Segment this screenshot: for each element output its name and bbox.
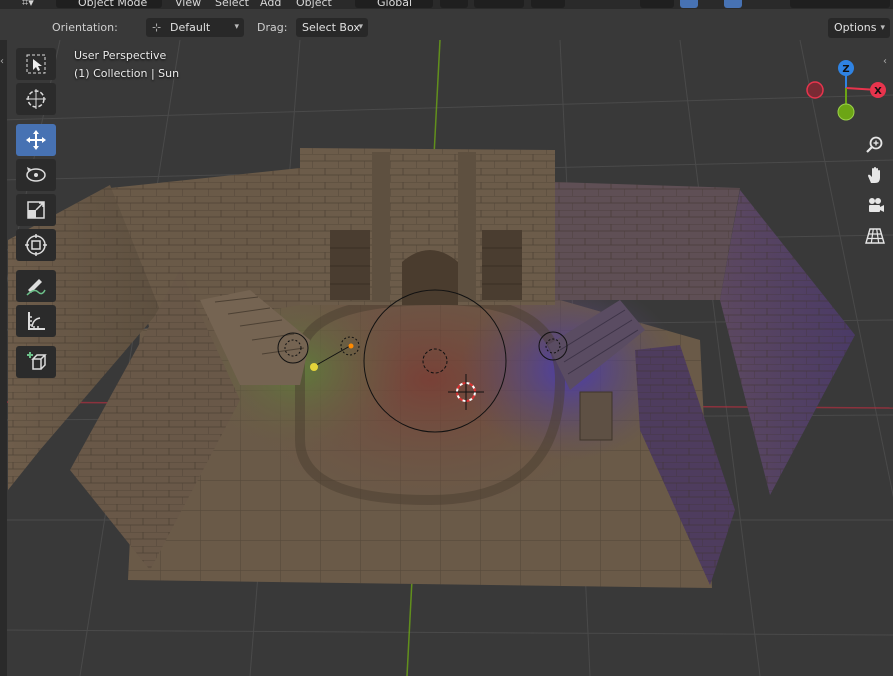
zoom-magnifier-icon bbox=[866, 136, 883, 153]
perspective-toggle-button[interactable] bbox=[861, 222, 889, 250]
pivot-point-button[interactable] bbox=[440, 0, 468, 8]
viewport-header: ⌗▾ Object Mode View Select Add Object Gl… bbox=[0, 0, 893, 9]
measure-ruler-icon bbox=[28, 312, 45, 330]
mode-selector[interactable]: Object Mode bbox=[56, 0, 162, 9]
menu-select[interactable]: Select bbox=[215, 0, 249, 9]
perspective-grid-icon bbox=[865, 228, 885, 244]
gizmo-y-axis bbox=[837, 103, 855, 121]
gizmo-toggle[interactable] bbox=[680, 0, 698, 8]
annotate-pencil-icon bbox=[26, 279, 46, 296]
tool-select-box[interactable] bbox=[16, 48, 56, 80]
select-box-icon bbox=[26, 54, 46, 74]
tool-cursor[interactable] bbox=[16, 83, 56, 115]
options-button[interactable]: Options ▾ bbox=[828, 18, 890, 38]
viewport-scene[interactable] bbox=[0, 0, 893, 676]
tool-scale[interactable] bbox=[16, 194, 56, 226]
collection-info: (1) Collection | Sun bbox=[74, 67, 180, 80]
orientation-label: Orientation: bbox=[52, 21, 118, 34]
chevron-down-icon: ▾ bbox=[358, 22, 363, 32]
overlay-toggle[interactable] bbox=[724, 0, 742, 8]
tool-settings-bar: Orientation: ⊹ Default ▾ Drag: Select Bo… bbox=[0, 16, 893, 40]
pan-button[interactable] bbox=[861, 161, 889, 189]
tool-annotate[interactable] bbox=[16, 270, 56, 302]
gizmo-x-label: X bbox=[874, 86, 882, 97]
left-panel-edge bbox=[0, 40, 7, 676]
light-point-orange bbox=[348, 343, 354, 349]
add-cube-icon bbox=[27, 352, 47, 370]
snap-button[interactable] bbox=[474, 0, 524, 8]
tool-move[interactable] bbox=[16, 124, 56, 156]
drag-dropdown[interactable]: Select Box ▾ bbox=[296, 18, 368, 37]
orientation-dropdown[interactable]: ⊹ Default ▾ bbox=[146, 18, 244, 37]
proportional-edit-button[interactable] bbox=[531, 0, 565, 8]
menu-view[interactable]: View bbox=[175, 0, 201, 9]
navigation-gizmo[interactable]: Z X bbox=[800, 52, 893, 128]
gizmo-z-label: Z bbox=[842, 64, 849, 75]
pan-hand-icon bbox=[868, 167, 880, 183]
menu-add[interactable]: Add bbox=[260, 0, 281, 9]
tool-add-cube[interactable] bbox=[16, 346, 56, 378]
object-visibility-button[interactable] bbox=[640, 0, 674, 8]
menu-object[interactable]: Object bbox=[296, 0, 332, 9]
zoom-button[interactable] bbox=[861, 131, 889, 159]
transform-orientation-dropdown[interactable]: Global bbox=[355, 0, 433, 9]
light-point-yellow bbox=[310, 363, 318, 371]
tool-transform[interactable] bbox=[16, 229, 56, 261]
camera-view-button[interactable] bbox=[861, 192, 889, 220]
gizmo-neg-x-axis bbox=[806, 81, 824, 99]
tool-measure[interactable] bbox=[16, 305, 56, 337]
drag-label: Drag: bbox=[257, 21, 288, 34]
cursor-icon bbox=[26, 89, 46, 109]
scale-icon bbox=[27, 201, 45, 219]
camera-icon bbox=[869, 198, 884, 212]
orientation-icon: ⊹ bbox=[152, 21, 162, 34]
transform-icon bbox=[25, 234, 47, 256]
move-icon bbox=[26, 130, 46, 150]
tool-rotate[interactable] bbox=[16, 159, 56, 191]
shading-modes[interactable] bbox=[790, 0, 890, 8]
chevron-down-icon: ▾ bbox=[234, 22, 239, 32]
editor-type-icon[interactable]: ⌗▾ bbox=[22, 0, 34, 9]
view-name: User Perspective bbox=[74, 49, 167, 62]
rotate-icon bbox=[26, 167, 46, 182]
expand-left-arrow-icon[interactable]: ‹ bbox=[0, 56, 4, 67]
wooden-table bbox=[579, 391, 613, 441]
chevron-down-icon: ▾ bbox=[880, 23, 885, 33]
